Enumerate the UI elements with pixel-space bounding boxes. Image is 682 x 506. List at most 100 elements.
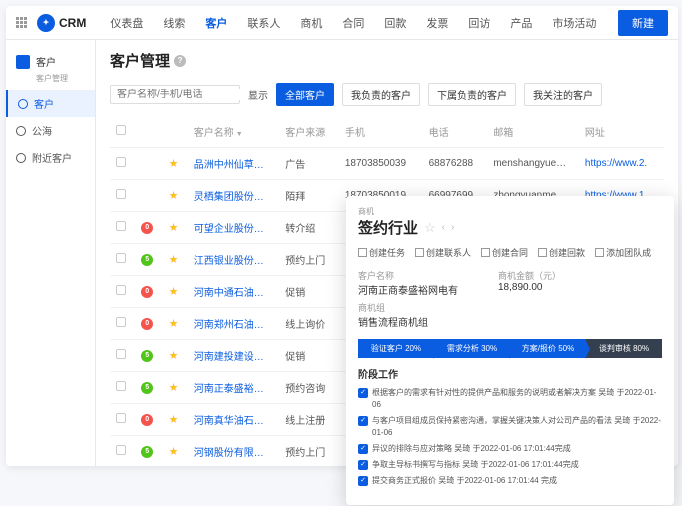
sidebar-item-icon: [16, 126, 26, 136]
new-button[interactable]: 新建: [618, 10, 668, 36]
crm-logo-icon: ✦: [37, 14, 55, 32]
task-checkbox-icon[interactable]: ✓: [358, 476, 368, 486]
cell-url[interactable]: https://www.2.: [579, 148, 664, 180]
sidebar-item-1[interactable]: 公海: [6, 117, 95, 144]
detail-panel: 商机 签约行业 ☆ ‹ › 创建任务创建联系人创建合同创建回款添加团队成 客户名…: [346, 196, 674, 505]
sidebar-item-2[interactable]: 附近客户: [6, 144, 95, 171]
info-label: 商机组: [358, 301, 428, 314]
sidebar-item-icon: [16, 153, 26, 163]
task-checkbox-icon[interactable]: ✓: [358, 416, 368, 426]
customer-name-link[interactable]: 河钢股份有限公司…: [188, 436, 280, 467]
stage-3[interactable]: 谈判审核 80%: [586, 339, 662, 358]
star-icon[interactable]: ★: [169, 382, 179, 394]
filter-1[interactable]: 我负责的客户: [342, 83, 420, 106]
customer-name-link[interactable]: 河南郑州石油集团…: [188, 308, 280, 340]
task-checkbox-icon[interactable]: ✓: [358, 460, 368, 470]
col-6[interactable]: 电话: [423, 116, 488, 148]
col-7[interactable]: 邮箱: [487, 116, 579, 148]
col-4[interactable]: 客户来源: [279, 116, 339, 148]
star-icon[interactable]: ★: [169, 222, 179, 234]
sort-icon[interactable]: ▼: [236, 131, 243, 138]
col-0[interactable]: [110, 116, 135, 148]
task-checkbox-icon[interactable]: ✓: [358, 388, 368, 398]
status-badge-icon: 0: [141, 286, 153, 298]
panel-star-icon[interactable]: ☆: [424, 220, 436, 236]
help-icon[interactable]: ?: [174, 55, 186, 67]
customer-name-link[interactable]: 河南中通石油有限…: [188, 276, 280, 308]
panel-action-0[interactable]: 创建任务: [358, 246, 405, 259]
col-5[interactable]: 手机: [339, 116, 423, 148]
row-checkbox[interactable]: [116, 157, 126, 167]
panel-prev-icon[interactable]: ‹: [442, 222, 445, 233]
nav-item-6[interactable]: 回款: [376, 15, 414, 31]
star-icon[interactable]: ★: [169, 190, 179, 202]
nav-item-5[interactable]: 合同: [334, 15, 372, 31]
col-1[interactable]: [135, 116, 162, 148]
search-field[interactable]: [117, 89, 249, 100]
star-icon[interactable]: ★: [169, 158, 179, 170]
nav-item-8[interactable]: 回访: [460, 15, 498, 31]
task-text: 异议的排除与应对策略 吴琦 于2022-01-06 17:01:44完成: [372, 443, 571, 455]
app-switcher-icon[interactable]: [16, 17, 27, 28]
star-icon[interactable]: ★: [169, 446, 179, 458]
star-icon[interactable]: ★: [169, 350, 179, 362]
sidebar-header: 客户: [6, 50, 95, 73]
nav-item-7[interactable]: 发票: [418, 15, 456, 31]
filter-2[interactable]: 下属负责的客户: [428, 83, 516, 106]
nav-item-1[interactable]: 线索: [155, 15, 193, 31]
panel-next-icon[interactable]: ›: [451, 222, 454, 233]
sidebar-item-0[interactable]: 客户: [6, 90, 95, 117]
panel-action-1[interactable]: 创建联系人: [415, 246, 471, 259]
row-checkbox[interactable]: [116, 221, 126, 231]
customer-name-link[interactable]: 灵栖集团股份有限…: [188, 180, 280, 212]
stage-1[interactable]: 需求分析 30%: [434, 339, 510, 358]
row-checkbox[interactable]: [116, 381, 126, 391]
cell-source: 线上注册: [279, 404, 339, 436]
row-checkbox[interactable]: [116, 317, 126, 327]
col-3[interactable]: 客户名称▼: [188, 116, 280, 148]
star-icon[interactable]: ★: [169, 414, 179, 426]
nav-item-0[interactable]: 仪表盘: [102, 15, 151, 31]
info-value: 河南正商泰盛裕网电有: [358, 282, 458, 297]
nav-item-2[interactable]: 客户: [197, 15, 235, 31]
star-icon[interactable]: ★: [169, 254, 179, 266]
customer-name-link[interactable]: 江西银业股份有限…: [188, 244, 280, 276]
customer-name-link[interactable]: 品洲中州仙草娱乐…: [188, 148, 280, 180]
row-checkbox[interactable]: [116, 349, 126, 359]
customer-name-link[interactable]: 可望企业股份有限…: [188, 212, 280, 244]
row-checkbox[interactable]: [116, 413, 126, 423]
customer-name-link[interactable]: 河南正泰盛裕网电…: [188, 372, 280, 404]
sidebar-item-icon: [18, 99, 28, 109]
panel-action-3[interactable]: 创建回款: [538, 246, 585, 259]
task-checkbox-icon[interactable]: ✓: [358, 444, 368, 454]
select-all-checkbox[interactable]: [116, 125, 126, 135]
row-checkbox[interactable]: [116, 445, 126, 455]
status-badge-icon: 0: [141, 414, 153, 426]
row-checkbox[interactable]: [116, 253, 126, 263]
row-checkbox[interactable]: [116, 285, 126, 295]
display-label: 显示: [248, 87, 268, 102]
nav-item-10[interactable]: 市场活动: [544, 15, 604, 31]
filter-3[interactable]: 我关注的客户: [524, 83, 602, 106]
col-8[interactable]: 网址: [579, 116, 664, 148]
nav-item-9[interactable]: 产品: [502, 15, 540, 31]
star-icon[interactable]: ★: [169, 318, 179, 330]
col-2[interactable]: [163, 116, 188, 148]
cell-source: 转介绍: [279, 212, 339, 244]
nav-item-3[interactable]: 联系人: [239, 15, 288, 31]
nav-item-4[interactable]: 商机: [292, 15, 330, 31]
filter-0[interactable]: 全部客户: [276, 83, 334, 106]
customer-name-link[interactable]: 河南真华油石集团…: [188, 404, 280, 436]
table-row[interactable]: ★品洲中州仙草娱乐…广告1870385003968876288menshangy…: [110, 148, 664, 180]
stage-2[interactable]: 方案/报价 50%: [510, 339, 586, 358]
star-icon[interactable]: ★: [169, 286, 179, 298]
row-checkbox[interactable]: [116, 189, 126, 199]
task-item: ✓提交商务正式报价 吴琦 于2022-01-06 17:01:44 完成: [358, 475, 662, 487]
cell-source: 线上询价: [279, 308, 339, 340]
panel-action-4[interactable]: 添加团队成: [595, 246, 651, 259]
panel-action-2[interactable]: 创建合同: [481, 246, 528, 259]
search-input[interactable]: ⌕: [110, 85, 240, 104]
panel-title: 签约行业: [358, 217, 418, 238]
customer-name-link[interactable]: 河南建投建设股份…: [188, 340, 280, 372]
stage-0[interactable]: 验证客户 20%: [358, 339, 434, 358]
